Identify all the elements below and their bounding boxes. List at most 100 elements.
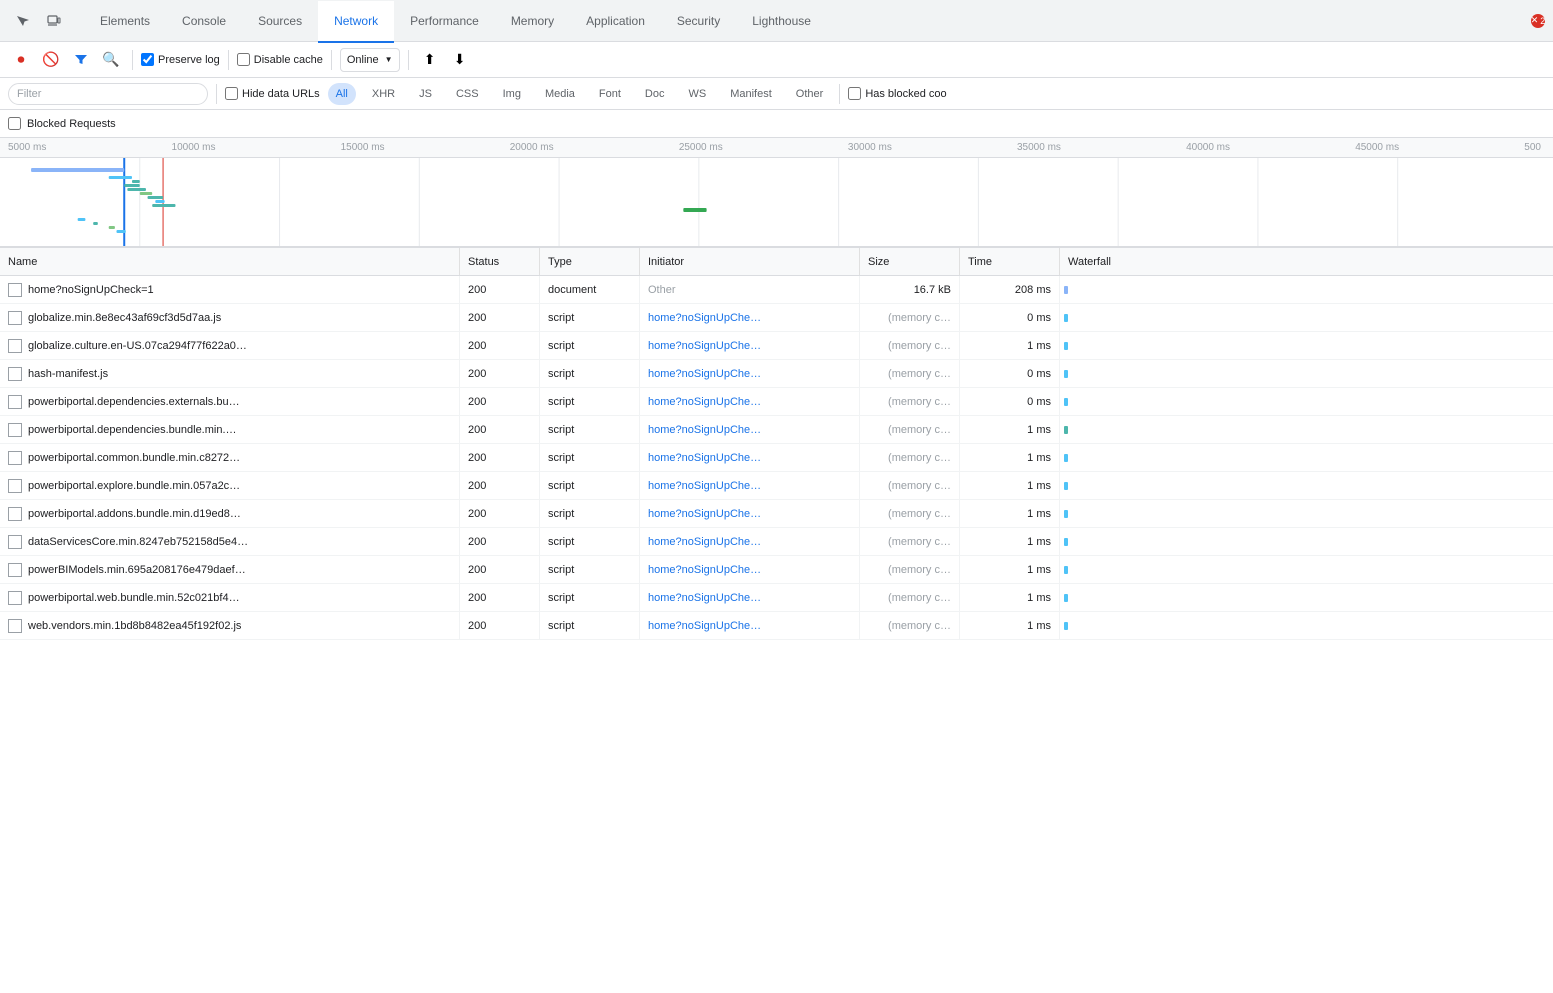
- cell-initiator[interactable]: home?noSignUpChe…: [640, 304, 860, 331]
- hide-data-urls-checkbox[interactable]: [225, 87, 238, 100]
- filter-bar: Hide data URLs All XHR JS CSS Img Media …: [0, 78, 1553, 110]
- column-header-status[interactable]: Status: [460, 248, 540, 275]
- preserve-log-checkbox[interactable]: [141, 53, 154, 66]
- cell-initiator[interactable]: home?noSignUpChe…: [640, 528, 860, 555]
- cell-initiator[interactable]: home?noSignUpChe…: [640, 388, 860, 415]
- cell-waterfall: [1060, 556, 1553, 583]
- table-row[interactable]: hash-manifest.js200scripthome?noSignUpCh…: [0, 360, 1553, 388]
- blocked-requests-checkbox[interactable]: [8, 117, 21, 130]
- column-header-time[interactable]: Time: [960, 248, 1060, 275]
- timeline-time-row: 5000 ms 10000 ms 15000 ms 20000 ms 25000…: [0, 138, 1553, 158]
- timeline-canvas[interactable]: [0, 158, 1553, 248]
- column-header-type[interactable]: Type: [540, 248, 640, 275]
- cell-waterfall: [1060, 612, 1553, 639]
- cell-status: 200: [460, 276, 540, 303]
- tab-elements[interactable]: Elements: [84, 1, 166, 43]
- table-row[interactable]: powerbiportal.explore.bundle.min.057a2c……: [0, 472, 1553, 500]
- filter-type-doc[interactable]: Doc: [637, 83, 673, 105]
- table-row[interactable]: powerbiportal.dependencies.externals.bu……: [0, 388, 1553, 416]
- import-button[interactable]: ⬆: [417, 47, 443, 73]
- tab-lighthouse[interactable]: Lighthouse: [736, 1, 827, 43]
- cell-time: 1 ms: [960, 612, 1060, 639]
- cell-status: 200: [460, 612, 540, 639]
- cell-waterfall: [1060, 388, 1553, 415]
- filter-type-font[interactable]: Font: [591, 83, 629, 105]
- cell-initiator[interactable]: home?noSignUpChe…: [640, 556, 860, 583]
- filter-button[interactable]: [68, 47, 94, 73]
- cell-status: 200: [460, 472, 540, 499]
- cell-initiator[interactable]: home?noSignUpChe…: [640, 416, 860, 443]
- disable-cache-checkbox-label[interactable]: Disable cache: [237, 53, 323, 66]
- table-header: Name Status Type Initiator Size Time Wat…: [0, 248, 1553, 276]
- tab-performance[interactable]: Performance: [394, 1, 495, 43]
- record-button[interactable]: ⏺: [8, 47, 34, 73]
- column-header-waterfall[interactable]: Waterfall: [1060, 248, 1553, 275]
- chevron-down-icon: ▼: [385, 55, 393, 64]
- cell-time: 0 ms: [960, 360, 1060, 387]
- close-devtools-button[interactable]: ✕ 2: [1531, 14, 1545, 28]
- table-row[interactable]: globalize.culture.en-US.07ca294f77f622a0…: [0, 332, 1553, 360]
- table-row[interactable]: dataServicesCore.min.8247eb752158d5e4…20…: [0, 528, 1553, 556]
- filter-type-all[interactable]: All: [328, 83, 356, 105]
- column-header-initiator[interactable]: Initiator: [640, 248, 860, 275]
- column-header-name[interactable]: Name: [0, 248, 460, 275]
- waterfall-bar: [1064, 622, 1068, 630]
- network-throttle-select[interactable]: Online ▼: [340, 48, 400, 72]
- cell-name: home?noSignUpCheck=1: [0, 276, 460, 303]
- table-row[interactable]: powerbiportal.addons.bundle.min.d19ed8…2…: [0, 500, 1553, 528]
- preserve-log-checkbox-label[interactable]: Preserve log: [141, 53, 220, 66]
- filter-type-xhr[interactable]: XHR: [364, 83, 403, 105]
- cell-type: script: [540, 556, 640, 583]
- timeline-tick-45000: 45000 ms: [1355, 142, 1399, 153]
- file-icon: [8, 535, 22, 549]
- table-row[interactable]: powerbiportal.web.bundle.min.52c021bf4…2…: [0, 584, 1553, 612]
- tab-security[interactable]: Security: [661, 1, 736, 43]
- cell-initiator[interactable]: home?noSignUpChe…: [640, 612, 860, 639]
- tab-application[interactable]: Application: [570, 1, 661, 43]
- cell-initiator[interactable]: home?noSignUpChe…: [640, 472, 860, 499]
- filter-type-img[interactable]: Img: [495, 83, 529, 105]
- disable-cache-checkbox[interactable]: [237, 53, 250, 66]
- clear-button[interactable]: 🚫: [38, 47, 64, 73]
- filter-type-ws[interactable]: WS: [680, 83, 714, 105]
- cell-initiator[interactable]: home?noSignUpChe…: [640, 584, 860, 611]
- table-row[interactable]: home?noSignUpCheck=1200documentOther16.7…: [0, 276, 1553, 304]
- table-row[interactable]: powerbiportal.dependencies.bundle.min.…2…: [0, 416, 1553, 444]
- toolbar-separator-3: [331, 50, 332, 70]
- table-row[interactable]: globalize.min.8e8ec43af69cf3d5d7aa.js200…: [0, 304, 1553, 332]
- file-icon: [8, 311, 22, 325]
- cell-initiator[interactable]: home?noSignUpChe…: [640, 500, 860, 527]
- cell-initiator[interactable]: home?noSignUpChe…: [640, 332, 860, 359]
- hide-data-urls-label[interactable]: Hide data URLs: [225, 87, 320, 100]
- filter-type-other[interactable]: Other: [788, 83, 832, 105]
- cell-initiator[interactable]: home?noSignUpChe…: [640, 360, 860, 387]
- tab-console[interactable]: Console: [166, 1, 242, 43]
- search-button[interactable]: 🔍: [98, 47, 124, 73]
- table-row[interactable]: powerbiportal.common.bundle.min.c8272…20…: [0, 444, 1553, 472]
- export-button[interactable]: ⬇: [447, 47, 473, 73]
- cursor-icon[interactable]: [8, 7, 36, 35]
- cell-initiator[interactable]: home?noSignUpChe…: [640, 444, 860, 471]
- filter-type-css[interactable]: CSS: [448, 83, 487, 105]
- waterfall-bar: [1064, 566, 1068, 574]
- table-row[interactable]: web.vendors.min.1bd8b8482ea45f192f02.js2…: [0, 612, 1553, 640]
- filter-type-manifest[interactable]: Manifest: [722, 83, 780, 105]
- tab-network[interactable]: Network: [318, 1, 394, 43]
- filter-input[interactable]: [8, 83, 208, 105]
- has-blocked-cookies-label[interactable]: Has blocked coo: [848, 87, 946, 100]
- cell-name: web.vendors.min.1bd8b8482ea45f192f02.js: [0, 612, 460, 639]
- filter-type-media[interactable]: Media: [537, 83, 583, 105]
- file-icon: [8, 395, 22, 409]
- cell-size: (memory c…: [860, 584, 960, 611]
- tab-sources[interactable]: Sources: [242, 1, 318, 43]
- cell-time: 1 ms: [960, 416, 1060, 443]
- filter-type-js[interactable]: JS: [411, 83, 440, 105]
- cell-type: script: [540, 612, 640, 639]
- cell-type: script: [540, 472, 640, 499]
- device-icon[interactable]: [40, 7, 68, 35]
- column-header-size[interactable]: Size: [860, 248, 960, 275]
- table-row[interactable]: powerBIModels.min.695a208176e479daef…200…: [0, 556, 1553, 584]
- timeline-tick-25000: 25000 ms: [679, 142, 723, 153]
- has-blocked-cookies-checkbox[interactable]: [848, 87, 861, 100]
- tab-memory[interactable]: Memory: [495, 1, 570, 43]
